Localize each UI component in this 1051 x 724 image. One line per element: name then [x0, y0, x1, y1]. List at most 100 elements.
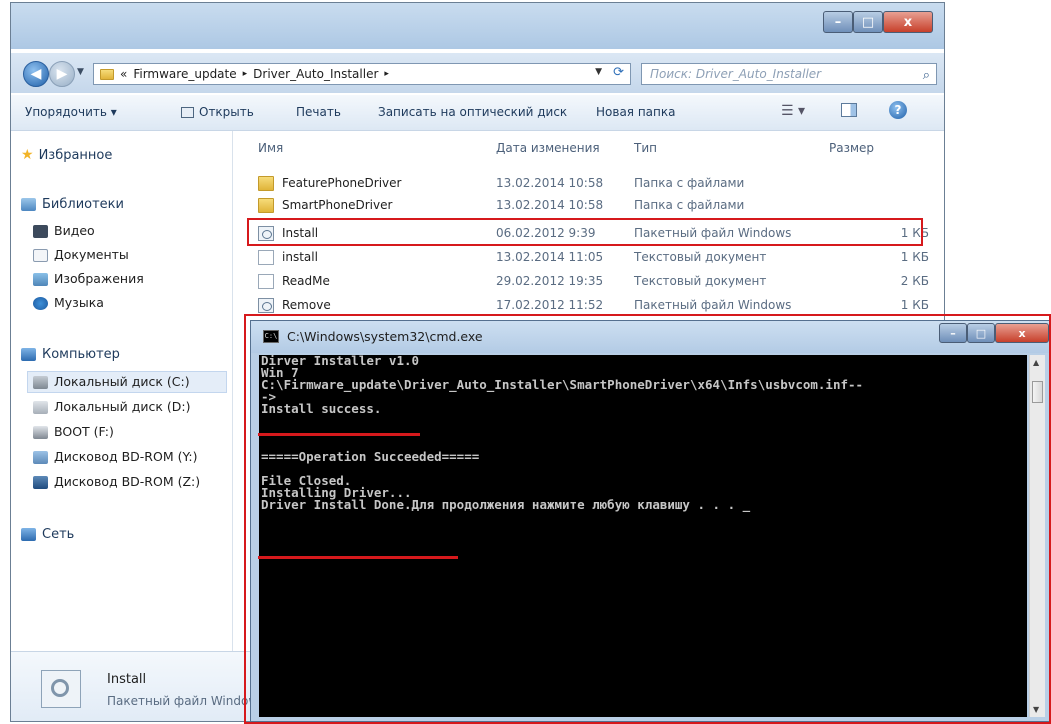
nav-drive-y[interactable]: Дисковод BD-ROM (Y:) [33, 449, 198, 464]
forward-arrow-icon[interactable]: ▶ [49, 61, 75, 87]
file-name: ReadMe [282, 274, 330, 288]
nav-videos[interactable]: Видео [33, 223, 95, 238]
column-header-size[interactable]: Размер [829, 141, 874, 155]
file-row[interactable]: FeaturePhoneDriver 13.02.2014 10:58 Папк… [234, 173, 934, 195]
close-button[interactable]: x [883, 11, 933, 33]
folder-icon [258, 198, 274, 213]
nav-drive-d[interactable]: Локальный диск (D:) [33, 399, 191, 414]
nav-computer[interactable]: Компьютер [21, 347, 120, 362]
file-type: Папка с файлами [634, 176, 745, 190]
address-bar[interactable]: « Firmware_update ▸ Driver_Auto_Installe… [93, 63, 631, 85]
nav-network[interactable]: Сеть [21, 527, 74, 542]
nav-drive-c[interactable]: Локальный диск (C:) [33, 374, 190, 389]
nav-network-label: Сеть [42, 527, 75, 542]
file-type: Текстовый документ [634, 274, 767, 288]
batch-file-icon [41, 670, 81, 708]
usb-drive-icon [33, 426, 48, 439]
text-file-icon [258, 274, 274, 289]
burn-to-disc-button[interactable]: Записать на оптический диск [378, 105, 567, 119]
music-icon [33, 297, 48, 310]
maximize-button[interactable]: □ [853, 11, 883, 33]
nav-drive-c-label: Локальный диск (C:) [54, 374, 190, 389]
breadcrumb-separator-icon[interactable]: ▸ [243, 69, 248, 79]
nav-libraries[interactable]: Библиотеки [21, 197, 124, 212]
minimize-button[interactable]: – [823, 11, 853, 33]
column-header-type[interactable]: Тип [634, 141, 657, 155]
star-icon: ★ [21, 147, 34, 163]
explorer-title-bar[interactable]: – □ x [11, 3, 944, 49]
text-file-icon [258, 250, 274, 265]
file-size: 2 КБ [900, 274, 929, 288]
batch-file-icon [258, 298, 274, 313]
print-button[interactable]: Печать [296, 105, 341, 119]
folder-icon [100, 68, 114, 80]
network-icon [21, 528, 36, 541]
video-icon [33, 225, 48, 238]
nav-documents-label: Документы [54, 247, 129, 262]
preview-pane-icon[interactable] [841, 103, 857, 117]
disc-drive-icon [33, 476, 48, 489]
file-date: 13.02.2014 10:58 [496, 176, 604, 190]
details-file-type: Пакетный файл Windows [107, 694, 265, 708]
nav-music-label: Музыка [54, 295, 104, 310]
organize-button[interactable]: Упорядочить ▾ [25, 105, 117, 119]
help-icon[interactable]: ? [889, 101, 907, 119]
breadcrumb-overflow[interactable]: « [120, 67, 127, 81]
file-name: SmartPhoneDriver [282, 198, 393, 212]
search-input[interactable]: Поиск: Driver_Auto_Installer ⌕ [641, 63, 937, 85]
file-name: install [282, 250, 318, 264]
open-icon [181, 107, 194, 118]
nav-favorites[interactable]: ★ Избранное [21, 147, 112, 163]
disc-drive-icon [33, 451, 48, 464]
libraries-icon [21, 198, 36, 211]
nav-favorites-label: Избранное [38, 148, 113, 163]
cmd-window-highlight [244, 314, 1051, 724]
nav-documents[interactable]: Документы [33, 247, 129, 262]
open-label: Открыть [199, 105, 254, 119]
column-header-date[interactable]: Дата изменения [496, 141, 600, 155]
nav-drive-z[interactable]: Дисковод BD-ROM (Z:) [33, 474, 200, 489]
nav-videos-label: Видео [54, 223, 95, 238]
file-row[interactable]: install 13.02.2014 11:05 Текстовый докум… [234, 247, 934, 269]
install-done-underline [258, 556, 458, 559]
nav-drive-f-label: BOOT (F:) [54, 424, 114, 439]
breadcrumb-driver-auto-installer[interactable]: Driver_Auto_Installer [253, 67, 378, 81]
nav-pictures[interactable]: Изображения [33, 271, 144, 286]
address-dropdown-icon[interactable]: ▼ [595, 67, 602, 77]
details-file-name: Install [107, 672, 147, 687]
nav-drive-z-label: Дисковод BD-ROM (Z:) [54, 474, 201, 489]
file-size: 1 КБ [900, 298, 929, 312]
install-success-underline [258, 433, 420, 436]
documents-icon [33, 249, 48, 262]
file-type: Пакетный файл Windows [634, 298, 792, 312]
folder-icon [258, 176, 274, 191]
column-header-name[interactable]: Имя [258, 141, 283, 155]
file-row[interactable]: SmartPhoneDriver 13.02.2014 10:58 Папка … [234, 195, 934, 217]
nav-music[interactable]: Музыка [33, 295, 104, 310]
pictures-icon [33, 273, 48, 286]
breadcrumb-firmware-update[interactable]: Firmware_update [133, 67, 236, 81]
change-view-icon[interactable]: ☰ ▾ [781, 103, 805, 119]
breadcrumb-separator-icon[interactable]: ▸ [384, 69, 389, 79]
nav-pictures-label: Изображения [54, 271, 144, 286]
open-button[interactable]: Открыть [181, 105, 254, 119]
recent-pages-chevron-icon[interactable]: ▼ [77, 67, 87, 77]
file-date: 29.02.2012 19:35 [496, 274, 604, 288]
computer-icon [21, 348, 36, 361]
file-date: 13.02.2014 10:58 [496, 198, 604, 212]
refresh-icon[interactable]: ⟳ [613, 65, 624, 80]
navigation-pane: ★ Избранное Библиотеки Видео Документы Из… [11, 131, 233, 651]
nav-drive-f[interactable]: BOOT (F:) [33, 424, 114, 439]
drive-icon [33, 401, 48, 414]
file-size: 1 КБ [900, 250, 929, 264]
file-date: 13.02.2014 11:05 [496, 250, 604, 264]
new-folder-button[interactable]: Новая папка [596, 105, 675, 119]
command-toolbar: Упорядочить ▾ Открыть Печать Записать на… [11, 95, 944, 131]
file-row[interactable]: ReadMe 29.02.2012 19:35 Текстовый докуме… [234, 271, 934, 293]
search-icon[interactable]: ⌕ [923, 66, 930, 86]
nav-computer-label: Компьютер [42, 347, 120, 362]
back-arrow-icon[interactable]: ◀ [23, 61, 49, 87]
navigation-bar: ◀ ▶ ▼ « Firmware_update ▸ Driver_Auto_In… [11, 53, 944, 93]
nav-drive-y-label: Дисковод BD-ROM (Y:) [54, 449, 198, 464]
nav-drive-d-label: Локальный диск (D:) [54, 399, 191, 414]
